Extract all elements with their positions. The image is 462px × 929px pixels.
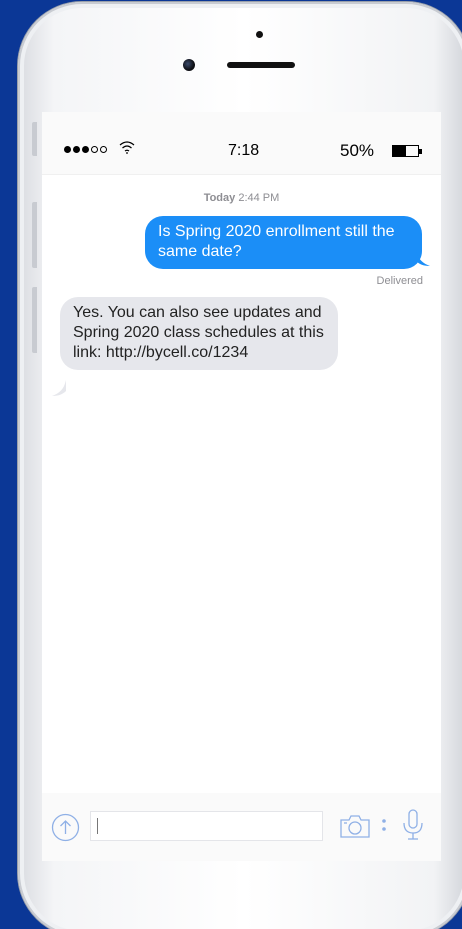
microphone-icon[interactable] — [400, 808, 426, 844]
battery-icon — [392, 145, 422, 157]
sent-message-bubble[interactable]: Is Spring 2020 enrollment still the same… — [145, 216, 422, 269]
delivered-status: Delivered — [376, 275, 423, 287]
stage: 7:18 50% Today 2:44 PM Is Spring 2020 en… — [0, 0, 462, 929]
signal-dot-empty — [100, 146, 107, 153]
vertical-dots-icon[interactable] — [381, 816, 387, 834]
text-cursor — [97, 818, 98, 834]
compose-bar — [42, 793, 441, 861]
status-time: 7:18 — [228, 142, 260, 159]
timestamp-time: 2:44 PM — [238, 192, 280, 204]
proximity-sensor — [256, 31, 263, 38]
battery-tip — [419, 149, 422, 154]
sent-bubble-tail — [416, 250, 430, 266]
volume-down-button — [32, 287, 37, 353]
signal-dot — [73, 146, 80, 153]
received-bubble-tail — [52, 380, 66, 396]
signal-dot — [64, 146, 71, 153]
arrow-up-circle-icon[interactable] — [51, 813, 80, 842]
status-bar: 7:18 50% — [42, 112, 441, 175]
signal-dot — [82, 146, 89, 153]
battery-fill — [393, 146, 406, 156]
received-message-bubble[interactable]: Yes. You can also see updates and Spring… — [60, 297, 338, 370]
timestamp-day: Today — [203, 192, 236, 204]
battery-percentage: 50% — [340, 141, 375, 160]
signal-strength-icon — [64, 146, 107, 153]
volume-up-button — [32, 202, 37, 268]
front-camera — [183, 59, 195, 71]
messages-screen: 7:18 50% Today 2:44 PM Is Spring 2020 en… — [42, 112, 441, 793]
camera-icon[interactable] — [339, 813, 371, 839]
message-input[interactable] — [90, 811, 323, 841]
conversation-timestamp: Today 2:44 PM — [42, 192, 441, 204]
silent-switch — [32, 122, 37, 156]
earpiece-speaker — [227, 62, 295, 68]
signal-dot-empty — [91, 146, 98, 153]
wifi-icon — [119, 141, 135, 154]
